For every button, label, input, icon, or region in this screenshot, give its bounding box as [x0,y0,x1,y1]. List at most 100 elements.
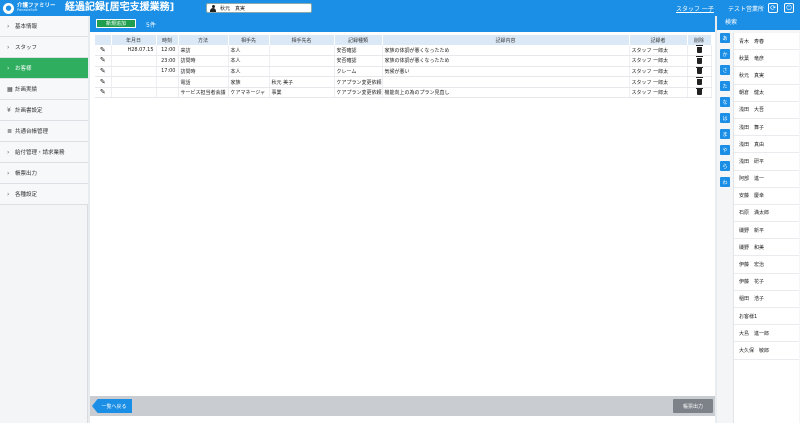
table-row[interactable]: ✎ 17:00 訪問時 本人 クレーム 気候が悪い スタッフ 一郎太 [95,66,712,78]
kana-button-a[interactable]: あ [720,33,730,43]
sidebar-item-label: 給付管理・請求業務 [15,150,65,156]
sidebar-item-billing[interactable]: › 給付管理・請求業務 [0,142,88,163]
cell-kind: 安否確認 [334,55,383,67]
column-header[interactable]: 年月日 [111,35,157,45]
cell-method: 訪問時 [178,66,229,78]
kana-button-na[interactable]: な [720,97,730,107]
list-item[interactable]: 浅田 真由 [734,136,799,154]
column-header[interactable]: 記録者 [629,35,688,45]
list-item[interactable]: 阿部 進一 [734,171,799,188]
sidebar-item-plan-settings[interactable]: ¥ 計画書設定 [0,100,88,121]
trash-icon [695,87,703,96]
logo-icon: ● [3,2,14,14]
list-item[interactable]: 青木 寿春 [734,33,799,51]
kana-button-ta[interactable]: た [720,81,730,91]
records-table: 年月日 時刻 方法 相手先 相手先名 記録種類 記録内容 記録者 削除 ✎ H2… [95,35,712,99]
database-icon: ≣ [7,127,13,135]
table-row[interactable]: ✎ サービス担当者会議 ケアマネージャ 事業 ケアプラン変更依頼 機能向上の為の… [95,87,712,99]
list-item[interactable]: 浅田 舞子 [734,119,799,137]
cell-method: 来訪 [178,45,229,57]
list-item[interactable]: 秋元 真実 [734,67,799,85]
pencil-icon: ✎ [99,56,106,65]
edit-button[interactable]: ✎ [95,45,112,57]
sidebar-item-label: 帳票出力 [15,171,38,177]
kana-button-ya[interactable]: や [720,145,730,155]
current-patient-selector[interactable]: 秋元 真実 [206,3,312,13]
list-item[interactable]: 浅田 大吾 [734,102,799,119]
search-panel-title: 検索 [717,16,800,30]
pencil-icon: ✎ [99,77,106,86]
logged-in-user-link[interactable]: スタッフ 一子 [676,4,714,13]
list-item[interactable]: 稲田 浩子 [734,291,799,308]
edit-button[interactable]: ✎ [95,66,112,78]
sidebar: › 基本情報 › スタッフ › お客様 ▦ 計画実績 ¥ 計画書設定 ≣ 共通台… [0,16,88,423]
list-item[interactable]: 大久保 敏郎 [734,342,799,360]
list-item[interactable]: お客様1 [734,308,799,326]
delete-button[interactable] [687,55,712,67]
back-to-list-button[interactable]: 一覧へ戻る [92,399,132,413]
chevron-right-icon: › [7,64,10,72]
edit-button[interactable]: ✎ [95,87,112,99]
table-row[interactable]: ✎ H28.07.15 12:00 来訪 本人 安否確認 家族の体調が悪くなった… [95,45,712,57]
app-logo[interactable]: ● 介護ファミリー PanasiaSoft [3,2,56,14]
list-item[interactable]: 浅田 研平 [734,153,799,171]
kana-button-wa[interactable]: わ [720,177,730,187]
sidebar-item-settings[interactable]: › 各種設定 [0,184,88,205]
list-item[interactable]: 磯野 和美 [734,239,799,257]
delete-button[interactable] [687,66,712,78]
sidebar-item-reports[interactable]: › 帳票出力 [0,163,88,184]
trash-icon [695,56,703,64]
column-header[interactable]: 方法 [178,35,229,45]
kana-button-ra[interactable]: ら [720,161,730,171]
list-item[interactable]: 伊藤 宏治 [734,256,799,274]
print-report-button[interactable]: 帳票出力 [673,399,713,413]
kana-button-ha[interactable]: は [720,113,730,123]
logout-button[interactable]: ⏻ [784,3,794,13]
column-header[interactable]: 記録種類 [334,35,383,45]
list-item[interactable]: 大島 進一郎 [734,325,799,343]
list-item[interactable]: 安藤 慶幸 [734,188,799,205]
list-item[interactable]: 石原 満太郎 [734,205,799,223]
cell-recorder: スタッフ 一郎太 [629,66,688,78]
refresh-button[interactable]: ⟳ [768,3,778,13]
client-search-panel: 検索 あ か さ た な は ま や ら わ 青木 寿春 秋葉 竜彦 秋元 真実… [717,16,800,423]
sidebar-item-plan-results[interactable]: ▦ 計画実績 [0,79,88,100]
cell-date [111,55,157,67]
add-record-button[interactable]: 新規追加 [96,19,136,28]
trash-icon [695,66,703,75]
delete-button[interactable] [687,76,712,88]
office-name: テスト営業所 [728,6,765,13]
cell-date: H28.07.15 [111,45,157,57]
delete-button[interactable] [687,87,712,99]
table-row[interactable]: ✎ 23:00 訪問時 本人 安否確認 家族の体調が悪くなったため スタッフ 一… [95,55,712,67]
kana-button-ka[interactable]: か [720,49,730,59]
list-item[interactable]: 伊藤 花子 [734,274,799,291]
list-item[interactable]: 朝倉 健太 [734,85,799,102]
sidebar-item-label: スタッフ [15,45,38,51]
table-row[interactable]: ✎ 電話 家族 秋元 美子 ケアプラン変更依頼 スタッフ 一郎太 [95,76,712,88]
sidebar-item-customers[interactable]: › お客様 [0,58,88,79]
column-header[interactable]: 相手先 [228,35,270,45]
record-count: 5件 [146,22,156,29]
cell-party-name: 秋元 美子 [269,76,335,88]
client-list: 青木 寿春 秋葉 竜彦 秋元 真実 朝倉 健太 浅田 大吾 浅田 舞子 浅田 真… [733,33,799,423]
trash-icon [695,45,703,53]
sidebar-item-basic-info[interactable]: › 基本情報 [0,16,88,37]
sidebar-item-staff[interactable]: › スタッフ [0,37,88,58]
list-item[interactable]: 磯野 新平 [734,222,799,240]
column-header[interactable]: 時刻 [156,35,179,45]
kana-button-ma[interactable]: ま [720,129,730,139]
pencil-icon: ✎ [99,45,106,54]
chevron-right-icon: › [7,190,10,198]
cell-party: ケアマネージャ [228,87,270,99]
current-patient-name: 秋元 真実 [220,5,246,12]
kana-button-sa[interactable]: さ [720,65,730,75]
delete-button[interactable] [687,45,712,57]
column-header[interactable]: 記録内容 [382,35,630,45]
cell-method: 電話 [178,76,229,88]
list-item[interactable]: 秋葉 竜彦 [734,50,799,68]
edit-button[interactable]: ✎ [95,55,112,67]
sidebar-item-common-ledger[interactable]: ≣ 共通台帳管理 [0,121,88,142]
column-header[interactable]: 相手先名 [269,35,335,45]
edit-button[interactable]: ✎ [95,76,112,88]
